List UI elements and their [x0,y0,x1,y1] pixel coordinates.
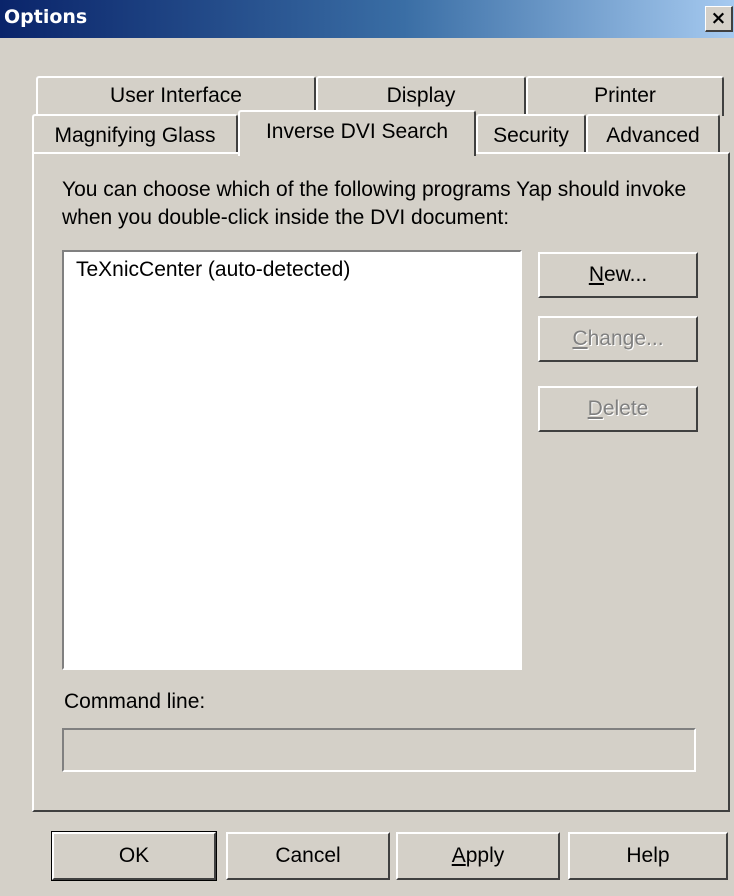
description-text: You can choose which of the following pr… [62,178,687,229]
list-item[interactable]: TeXnicCenter (auto-detected) [76,258,350,282]
tab-label: User Interface [110,84,242,107]
programs-listbox[interactable]: TeXnicCenter (auto-detected) [62,250,522,670]
command-line-label: Command line: [64,690,206,713]
ok-button[interactable]: OK [51,831,217,881]
help-button[interactable]: Help [568,832,728,880]
close-icon: × [710,7,727,29]
new-button[interactable]: New... [538,252,698,298]
tab-printer[interactable]: Printer [526,76,724,116]
change-button[interactable]: Change... [538,316,698,362]
apply-button[interactable]: Apply [396,832,560,880]
title-bar: Options × [0,0,734,38]
tab-security[interactable]: Security [476,114,586,154]
tab-inverse-dvi-search[interactable]: Inverse DVI Search [238,110,476,156]
command-line-field[interactable] [62,728,696,772]
tab-label: Advanced [606,124,700,147]
cancel-button[interactable]: Cancel [226,832,390,880]
tab-label: Magnifying Glass [54,124,216,147]
tab-magnifying-glass[interactable]: Magnifying Glass [32,114,238,154]
tab-label: Security [493,124,569,147]
close-button[interactable]: × [705,6,733,32]
tab-advanced[interactable]: Advanced [586,114,720,154]
tab-label: Display [386,84,456,107]
delete-button[interactable]: Delete [538,386,698,432]
tab-label: Inverse DVI Search [265,120,449,143]
window-title: Options [4,6,88,28]
tab-label: Printer [594,84,656,107]
